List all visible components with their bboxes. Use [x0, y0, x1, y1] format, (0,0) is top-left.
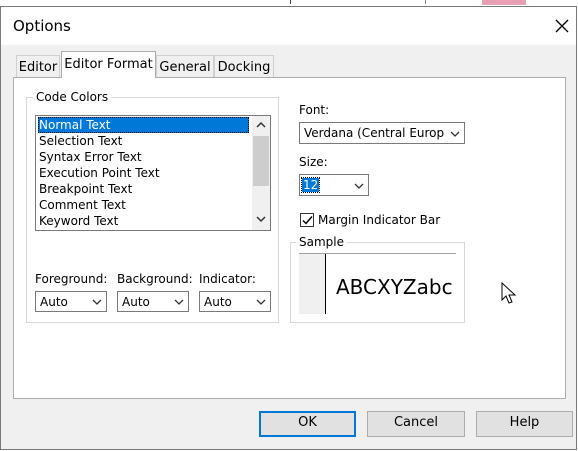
options-dialog: Options Editor Editor Format General Doc…	[0, 6, 577, 450]
list-item[interactable]: Breakpoint Text	[38, 181, 249, 197]
foreground-select[interactable]: Auto	[35, 291, 107, 312]
font-value: Verdana (Central Europ	[304, 126, 444, 140]
size-select[interactable]: 12	[299, 174, 369, 196]
list-item[interactable]: Selection Text	[38, 133, 249, 149]
margin-indicator-label: Margin Indicator Bar	[318, 213, 441, 227]
indicator-label: Indicator:	[199, 272, 256, 286]
background-label: Background:	[117, 272, 193, 286]
background-value: Auto	[122, 295, 150, 309]
checkmark-icon	[302, 216, 313, 225]
tab-editor[interactable]: Editor	[16, 55, 60, 77]
tab-label: Docking	[217, 60, 271, 75]
chevron-down-icon[interactable]	[256, 214, 266, 224]
foreground-value: Auto	[40, 295, 68, 309]
window-title: Options	[13, 17, 71, 35]
list-item[interactable]: Normal Text	[38, 117, 249, 133]
list-item[interactable]: Comment Text	[38, 197, 249, 213]
sample-preview: ABCXYZabc	[299, 253, 456, 314]
sample-text: ABCXYZabc	[336, 275, 453, 299]
foreground-label: Foreground:	[35, 272, 108, 286]
indicator-value: Auto	[204, 295, 232, 309]
chevron-down-icon	[174, 299, 184, 305]
scrollbar-thumb[interactable]	[253, 136, 269, 186]
code-colors-legend: Code Colors	[33, 90, 112, 104]
chevron-down-icon	[92, 299, 102, 305]
chevron-down-icon	[354, 183, 364, 189]
chevron-up-icon[interactable]	[256, 120, 266, 130]
editor-format-panel: Code Colors Normal Text Selection Text S…	[13, 77, 566, 399]
size-label: Size:	[299, 155, 328, 169]
tab-editor-format[interactable]: Editor Format	[61, 51, 156, 78]
title-bar: Options	[1, 7, 576, 45]
close-icon	[555, 19, 569, 33]
code-colors-list[interactable]: Normal Text Selection Text Syntax Error …	[35, 115, 271, 231]
chevron-down-icon	[450, 131, 460, 137]
close-button[interactable]	[547, 13, 575, 39]
font-select[interactable]: Verdana (Central Europ	[299, 122, 465, 144]
background-select[interactable]: Auto	[117, 291, 189, 312]
list-scrollbar[interactable]	[252, 116, 270, 230]
list-item[interactable]: Execution Point Text	[38, 165, 249, 181]
margin-indicator-bar	[299, 254, 326, 314]
indicator-select[interactable]: Auto	[199, 291, 271, 312]
tab-label: Editor	[18, 60, 58, 75]
ok-button[interactable]: OK	[259, 411, 356, 437]
font-label: Font:	[299, 103, 330, 117]
list-item[interactable]: Keyword Text	[38, 213, 249, 229]
background-divider	[290, 0, 291, 4]
list-item[interactable]: Syntax Error Text	[38, 149, 249, 165]
tab-docking[interactable]: Docking	[214, 55, 274, 77]
size-value: 12	[300, 177, 321, 193]
tab-label: General	[159, 60, 211, 75]
background-app-fragment	[482, 0, 526, 5]
sample-legend: Sample	[296, 235, 347, 249]
tab-general[interactable]: General	[156, 55, 214, 77]
margin-indicator-checkbox[interactable]	[300, 213, 314, 227]
help-button[interactable]: Help	[476, 411, 573, 437]
mouse-pointer-icon	[501, 282, 517, 304]
cancel-button[interactable]: Cancel	[367, 411, 465, 437]
background-divider	[425, 0, 426, 4]
chevron-down-icon	[256, 299, 266, 305]
tab-label: Editor Format	[64, 57, 153, 72]
